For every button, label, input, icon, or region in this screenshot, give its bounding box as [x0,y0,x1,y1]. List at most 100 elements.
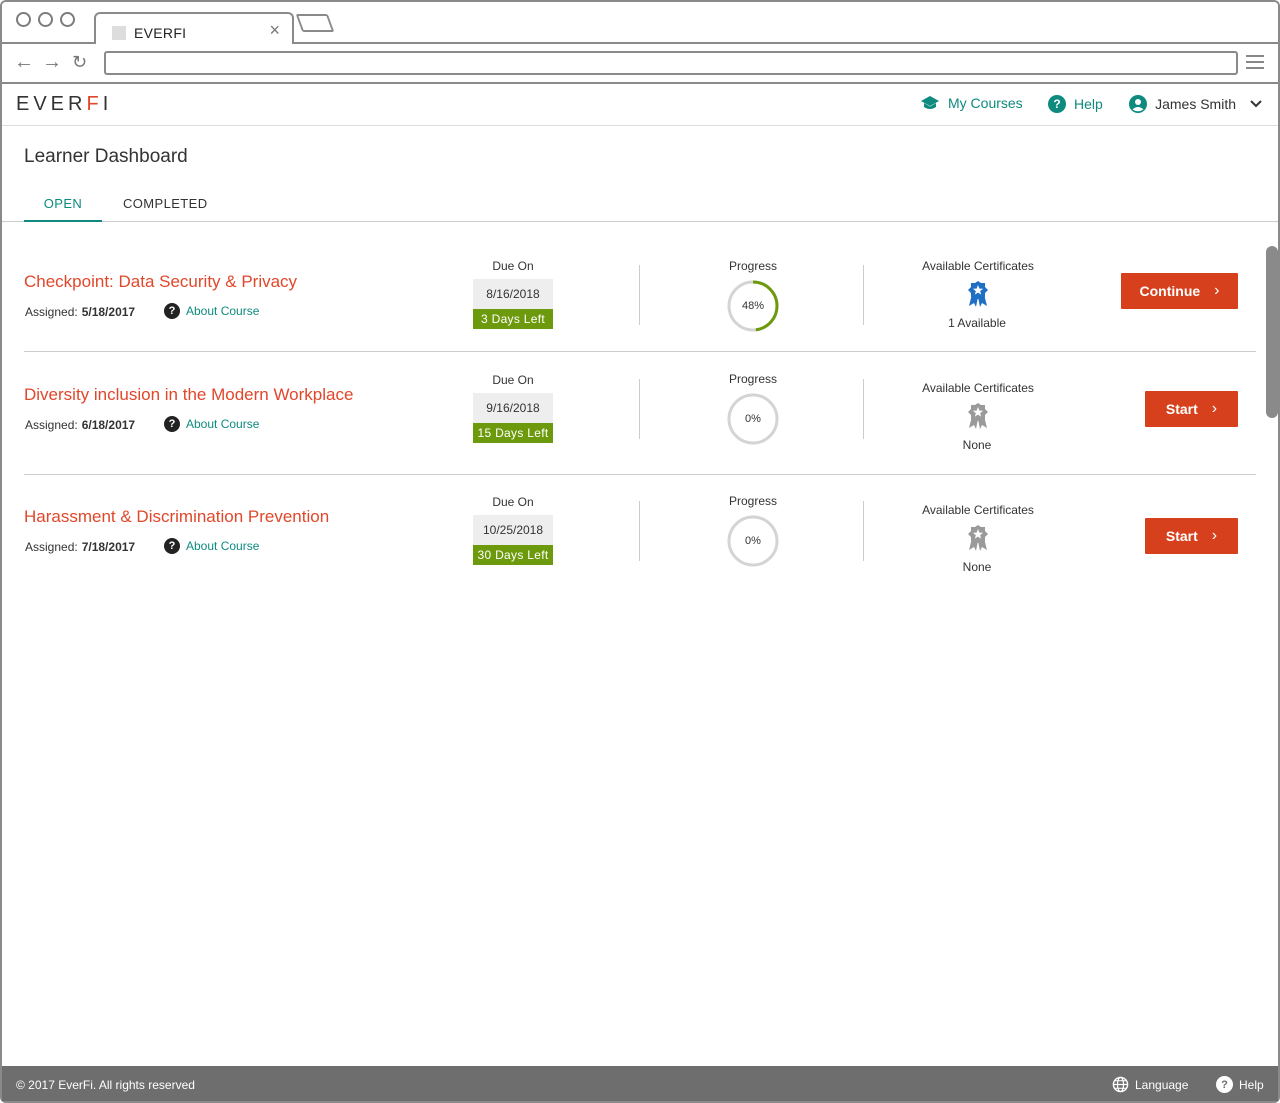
about-course-label: About Course [186,539,260,553]
button-label: Start [1165,401,1198,417]
window-minimize-control[interactable] [38,12,53,27]
assigned-value: 5/18/2017 [81,305,136,319]
assigned-label: Assigned: [25,540,78,554]
question-circle-icon: ? [1048,95,1066,113]
certificates-count: None [962,560,992,574]
about-course-link[interactable]: ? About Course [164,303,259,319]
footer-help-label: Help [1239,1077,1264,1092]
help-label: Help [1074,96,1103,112]
back-arrow-icon[interactable]: ← [14,51,34,74]
start-button[interactable]: Start › [1145,391,1238,427]
assigned-value: 6/18/2017 [81,418,136,432]
graduation-cap-icon [921,96,939,109]
course-row: Checkpoint: Data Security & Privacy Assi… [24,232,1256,352]
tab-close-icon[interactable]: × [269,20,280,41]
forward-arrow-icon[interactable]: → [42,51,62,74]
app-header: EVERFI My Courses ? Help James Smith [2,84,1278,126]
tab-open[interactable]: OPEN [24,196,102,222]
page-footer: © 2017 EverFi. All rights reserved Langu… [2,1066,1278,1101]
column-divider [863,265,864,325]
column-divider [639,265,640,325]
start-button[interactable]: Start › [1145,518,1238,554]
days-left-badge: 15 Days Left [473,423,553,443]
scrollbar-thumb[interactable] [1266,246,1278,418]
about-course-link[interactable]: ? About Course [164,416,259,432]
my-courses-label: My Courses [948,95,1023,111]
new-tab-button[interactable] [295,14,335,32]
my-courses-link[interactable]: My Courses [920,95,1023,111]
chevron-right-icon: › [1211,527,1218,544]
progress-label: Progress [728,494,778,508]
button-label: Start [1165,528,1198,544]
about-course-label: About Course [186,417,260,431]
course-title-link[interactable]: Harassment & Discrimination Prevention [24,507,329,527]
assigned-date: Assigned: 7/18/2017 [25,540,135,554]
browser-navbar: ← → ↻ [2,44,1278,84]
browser-titlebar: EVERFI × [2,2,1278,46]
days-left-badge: 3 Days Left [473,309,553,329]
certificates-count: None [962,438,992,452]
everfi-logo[interactable]: EVERFI [16,93,112,116]
assigned-date: Assigned: 6/18/2017 [25,418,135,432]
progress-percent: 0% [745,535,761,547]
logo-text-part1: EVER [16,93,87,115]
due-on-label: Due On [492,495,534,509]
chevron-right-icon: › [1214,282,1220,299]
course-row: Harassment & Discrimination Prevention A… [24,475,1256,595]
due-on-label: Due On [492,259,534,273]
column-divider [863,379,864,439]
browser-menu-icon[interactable] [1246,55,1264,69]
globe-icon [1112,1076,1129,1093]
column-divider [639,379,640,439]
progress-percent: 48% [741,300,765,312]
page-title: Learner Dashboard [24,146,188,167]
about-course-label: About Course [186,304,260,318]
progress-label: Progress [728,259,778,273]
progress-label: Progress [728,372,778,386]
about-course-link[interactable]: ? About Course [164,538,259,554]
continue-button[interactable]: Continue › [1121,273,1238,309]
address-bar[interactable] [104,51,1238,75]
due-date: 8/16/2018 [473,279,553,309]
logo-text-part3: I [102,93,113,115]
due-date: 9/16/2018 [473,393,553,423]
browser-tab[interactable]: EVERFI × [94,12,294,46]
window-close-control[interactable] [16,12,31,27]
question-circle-icon: ? [1216,1076,1233,1093]
question-circle-icon: ? [164,303,180,319]
logo-text-part2: F [86,93,103,115]
column-divider [639,501,640,561]
user-name: James Smith [1155,96,1236,112]
course-title-link[interactable]: Checkpoint: Data Security & Privacy [24,272,297,292]
user-menu[interactable]: James Smith [1129,95,1262,113]
award-ribbon-icon [968,281,988,307]
window-zoom-control[interactable] [60,12,75,27]
user-circle-icon [1129,95,1148,113]
copyright-text: © 2017 EverFi. All rights reserved [16,1078,195,1092]
award-ribbon-icon [968,403,988,429]
reload-icon[interactable]: ↻ [72,52,87,73]
assigned-date: Assigned: 5/18/2017 [25,305,135,319]
course-title-link[interactable]: Diversity inclusion in the Modern Workpl… [24,385,353,405]
language-link[interactable]: Language [1112,1076,1188,1093]
chevron-right-icon: › [1211,400,1218,417]
certificates-label: Available Certificates [922,381,1034,395]
award-ribbon-icon [968,525,988,551]
certificates-count: 1 Available [948,316,1006,330]
progress-percent: 0% [745,413,761,425]
button-label: Continue [1139,283,1201,299]
assigned-value: 7/18/2017 [81,540,136,554]
certificates-label: Available Certificates [922,259,1034,273]
column-divider [863,501,864,561]
browser-tab-title: EVERFI [134,25,187,41]
footer-help-link[interactable]: ? Help [1216,1076,1264,1093]
assigned-label: Assigned: [25,418,78,432]
tab-completed[interactable]: COMPLETED [123,196,208,211]
language-label: Language [1135,1077,1189,1092]
question-circle-icon: ? [164,538,180,554]
favicon-icon [112,26,126,40]
course-row: Diversity inclusion in the Modern Workpl… [24,353,1256,475]
help-link[interactable]: ? Help [1048,95,1103,113]
certificates-label: Available Certificates [922,503,1034,517]
dashboard-tabs: OPEN COMPLETED [2,190,1278,222]
